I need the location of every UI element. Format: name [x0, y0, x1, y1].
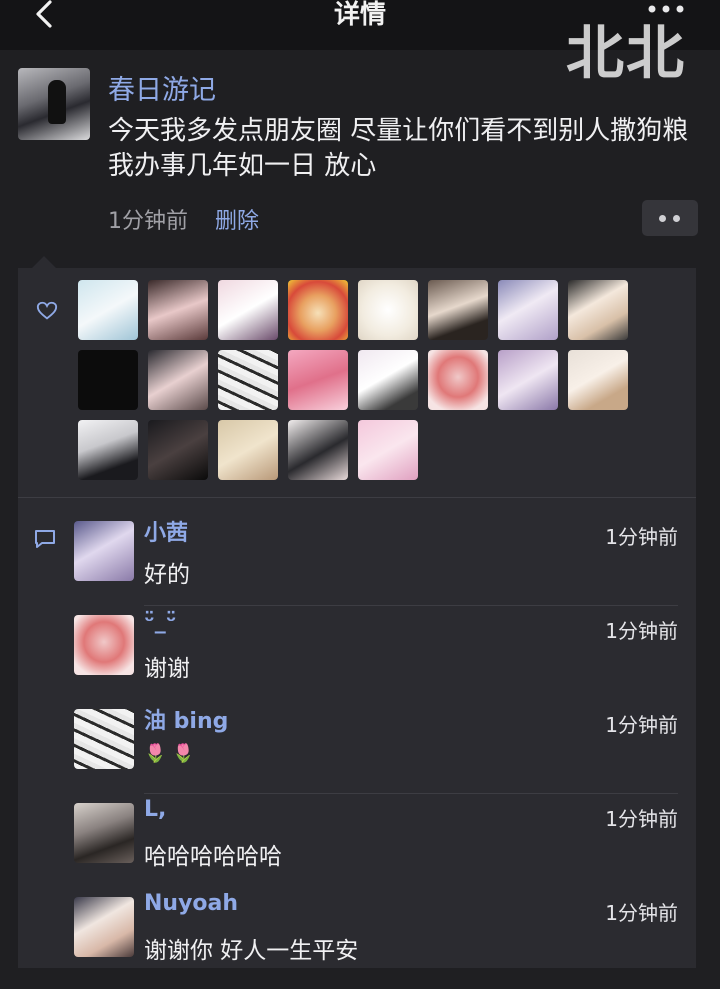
liker-avatar[interactable] — [498, 350, 558, 410]
comment-text: 🌷 🌷 — [144, 743, 195, 764]
liker-avatar[interactable] — [218, 280, 278, 340]
comment-time: 1分钟前 — [605, 525, 678, 549]
poster-name[interactable]: 春日游记 — [108, 68, 216, 107]
liker-avatar[interactable] — [78, 420, 138, 480]
comment-avatar[interactable] — [74, 521, 134, 581]
panel-notch — [32, 256, 56, 268]
liker-avatar[interactable] — [568, 350, 628, 410]
liker-avatar[interactable] — [568, 280, 628, 340]
heart-icon — [36, 301, 58, 320]
comment-text: 好的 — [144, 562, 190, 588]
comment-avatar[interactable] — [74, 897, 134, 957]
comment-item[interactable]: L, 1分钟前 哈哈哈哈哈哈 — [74, 797, 678, 895]
comment-text: 谢谢 — [144, 656, 190, 682]
poster-avatar[interactable] — [18, 68, 90, 140]
comment-time: 1分钟前 — [605, 619, 678, 643]
comment-item[interactable]: 小茜 1分钟前 好的 — [74, 521, 678, 613]
comment-author[interactable]: ᵕ̈_ᵕ̈ — [144, 609, 176, 634]
post-more-button[interactable] — [642, 200, 698, 236]
liker-avatar[interactable] — [288, 280, 348, 340]
liker-avatar[interactable] — [148, 280, 208, 340]
comment-author[interactable]: L, — [144, 797, 166, 822]
liker-avatar[interactable] — [148, 420, 208, 480]
post-text: 今天我多发点朋友圈 尽量让你们看不到别人撒狗粮 我办事几年如一日 放心 — [108, 116, 689, 181]
liker-avatar[interactable] — [428, 350, 488, 410]
comment-icon — [35, 530, 55, 548]
liker-avatar[interactable] — [78, 350, 138, 410]
comment-avatar[interactable] — [74, 615, 134, 675]
comment-author[interactable]: 油 bing — [144, 703, 228, 735]
more-dot-icon — [659, 215, 666, 222]
likes-divider — [18, 497, 696, 498]
liker-avatar[interactable] — [358, 420, 418, 480]
liker-avatar[interactable] — [358, 350, 418, 410]
comment-divider — [144, 605, 678, 606]
comment-text: 哈哈哈哈哈哈 — [144, 844, 282, 870]
comment-item[interactable]: 油 bing 1分钟前 🌷 🌷 — [74, 709, 678, 801]
delete-button[interactable]: 删除 — [215, 203, 259, 235]
liker-avatar[interactable] — [218, 350, 278, 410]
post-time: 1分钟前 — [108, 209, 188, 234]
liker-avatar[interactable] — [498, 280, 558, 340]
comment-item[interactable]: ᵕ̈_ᵕ̈ 1分钟前 谢谢 — [74, 609, 678, 707]
comment-author[interactable]: 小茜 — [144, 515, 188, 547]
comment-time: 1分钟前 — [605, 713, 678, 737]
comment-avatar[interactable] — [74, 709, 134, 769]
more-dot-icon — [673, 215, 680, 222]
liker-avatar[interactable] — [428, 280, 488, 340]
liker-avatar[interactable] — [218, 420, 278, 480]
comment-time: 1分钟前 — [605, 901, 678, 925]
comment-avatar[interactable] — [74, 803, 134, 863]
liker-avatar[interactable] — [288, 350, 348, 410]
comment-author[interactable]: Nuyoah — [144, 891, 238, 916]
comment-item[interactable]: Nuyoah 1分钟前 谢谢你 好人一生平安 — [74, 891, 678, 989]
watermark: 北北 — [566, 19, 687, 87]
liker-avatar[interactable] — [358, 280, 418, 340]
liker-avatar[interactable] — [148, 350, 208, 410]
liker-avatar[interactable] — [78, 280, 138, 340]
comment-divider — [144, 793, 678, 794]
liker-avatar[interactable] — [288, 420, 348, 480]
comment-time: 1分钟前 — [605, 807, 678, 831]
